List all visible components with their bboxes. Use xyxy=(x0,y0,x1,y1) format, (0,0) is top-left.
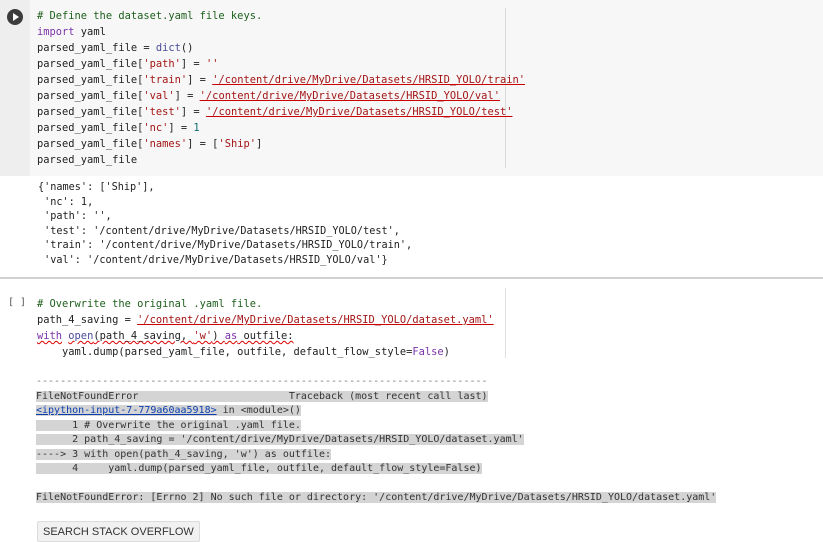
traceback-frame-3: ----> 3 with open(path_4_saving, 'w') as… xyxy=(36,448,332,460)
code-token: parsed_yaml_file[ xyxy=(37,122,144,134)
code-token: 'path' xyxy=(143,58,181,70)
traceback-frame-1: 1 # Overwrite the original .yaml file. xyxy=(36,419,301,431)
code-line: # Define the dataset.yaml file keys. xyxy=(37,8,525,24)
output-line: 'test': '/content/drive/MyDrive/Datasets… xyxy=(38,225,400,237)
code-token: as xyxy=(224,330,238,342)
code-token: () xyxy=(180,42,194,54)
error-message: FileNotFoundError: [Errno 2] No such fil… xyxy=(36,492,717,503)
traceback-output: ----------------------------------------… xyxy=(36,375,717,506)
code-token: yaml.dump(parsed_yaml_file, outfile, def… xyxy=(37,346,413,358)
code-line: parsed_yaml_file xyxy=(37,152,525,168)
output-line: 'val': '/content/drive/MyDrive/Datasets/… xyxy=(38,254,388,266)
code-token: 'w' xyxy=(193,330,213,342)
code-token: 'Ship' xyxy=(218,138,256,150)
code-token: # Define the dataset.yaml file keys. xyxy=(37,10,263,22)
code-token: ) xyxy=(443,346,450,358)
code-token: 'train' xyxy=(143,74,188,86)
code-token: '' xyxy=(205,58,219,70)
code-token: ] = xyxy=(187,74,213,86)
code-token: 'nc' xyxy=(143,122,169,134)
cell-output-1: {'names': ['Ship'], 'nc': 1, 'path': '',… xyxy=(38,181,412,269)
traceback-header: FileNotFoundError Traceback (most recent… xyxy=(36,390,488,402)
code-token: dict xyxy=(155,42,181,54)
code-editor-2[interactable]: # Overwrite the original .yaml file. path… xyxy=(37,296,494,360)
code-token: '/content/drive/MyDrive/Datasets/HRSID_Y… xyxy=(137,314,494,326)
traceback-frame-4: 4 yaml.dump(parsed_yaml_file, outfile, d… xyxy=(36,463,482,474)
output-line: 'train': '/content/drive/MyDrive/Dataset… xyxy=(38,240,413,252)
cell-separator xyxy=(0,277,823,279)
code-editor[interactable]: # Define the dataset.yaml file keys. impo… xyxy=(37,8,525,168)
code-token: parsed_yaml_file[ xyxy=(37,90,144,102)
code-token: parsed_yaml_file[ xyxy=(37,58,144,70)
code-line: parsed_yaml_file['nc'] = 1 xyxy=(37,120,525,136)
traceback-location: <ipython-input-7-779a60aa5918> in <modul… xyxy=(36,405,301,416)
code-token: ] xyxy=(255,138,263,150)
code-token: '/content/drive/MyDrive/Datasets/HRSID_Y… xyxy=(205,106,513,118)
cell-gutter xyxy=(0,0,30,176)
output-line: {'names': ['Ship'], xyxy=(38,182,155,193)
code-token: ) xyxy=(212,330,225,342)
code-token: 'names' xyxy=(143,138,188,150)
code-line: parsed_yaml_file['names'] = ['Ship'] xyxy=(37,136,525,152)
code-line: yaml.dump(parsed_yaml_file, outfile, def… xyxy=(37,344,494,360)
code-token: 'val' xyxy=(143,90,175,102)
code-token: import xyxy=(37,26,75,38)
code-cell-1[interactable]: # Define the dataset.yaml file keys. impo… xyxy=(0,0,823,176)
code-token: yaml xyxy=(74,26,106,38)
code-line: with open(path_4_saving, 'w') as outfile… xyxy=(37,328,494,344)
code-token: ] = [ xyxy=(187,138,219,150)
execution-count: [ ] xyxy=(8,297,27,308)
traceback-input-link[interactable]: <ipython-input-7-779a60aa5918> xyxy=(36,405,217,416)
code-token: False xyxy=(412,346,444,358)
code-token: parsed_yaml_file = xyxy=(37,42,156,54)
code-line: # Overwrite the original .yaml file. xyxy=(37,296,494,312)
search-stack-overflow-button[interactable]: SEARCH STACK OVERFLOW xyxy=(37,521,200,542)
code-token: ] = xyxy=(180,106,206,118)
code-token: parsed_yaml_file xyxy=(37,154,138,166)
code-token: outfile: xyxy=(237,330,294,342)
code-token: 'test' xyxy=(143,106,181,118)
code-token: parsed_yaml_file[ xyxy=(37,106,144,118)
code-line: parsed_yaml_file['val'] = '/content/driv… xyxy=(37,88,525,104)
traceback-frame-2: 2 path_4_saving = '/content/drive/MyDriv… xyxy=(36,434,524,445)
code-token: path_4_saving = xyxy=(37,314,138,326)
code-token: parsed_yaml_file[ xyxy=(37,138,144,150)
traceback-divider: ----------------------------------------… xyxy=(36,376,488,387)
output-line: 'nc': 1, xyxy=(38,196,94,208)
code-token: 1 xyxy=(193,122,200,134)
code-token: ] = xyxy=(174,90,200,102)
code-token: with xyxy=(37,330,63,342)
code-token: # Overwrite the original .yaml file. xyxy=(37,298,263,310)
code-token: ] = xyxy=(168,122,194,134)
code-token: open xyxy=(68,330,94,342)
code-line: parsed_yaml_file['path'] = '' xyxy=(37,56,525,72)
code-line: parsed_yaml_file['test'] = '/content/dri… xyxy=(37,104,525,120)
code-token: '/content/drive/MyDrive/Datasets/HRSID_Y… xyxy=(199,90,500,102)
code-token: (path_4_saving, xyxy=(93,330,194,342)
run-cell-button[interactable] xyxy=(7,9,23,25)
ruler-line xyxy=(505,288,506,358)
code-token: '/content/drive/MyDrive/Datasets/HRSID_Y… xyxy=(212,74,525,86)
play-icon xyxy=(13,13,19,21)
code-line: parsed_yaml_file = dict() xyxy=(37,40,525,56)
code-line: parsed_yaml_file['train'] = '/content/dr… xyxy=(37,72,525,88)
code-token: ] = xyxy=(180,58,206,70)
code-line: import yaml xyxy=(37,24,525,40)
output-line: 'path': '', xyxy=(38,211,112,223)
code-token: parsed_yaml_file[ xyxy=(37,74,144,86)
code-line: path_4_saving = '/content/drive/MyDrive/… xyxy=(37,312,494,328)
